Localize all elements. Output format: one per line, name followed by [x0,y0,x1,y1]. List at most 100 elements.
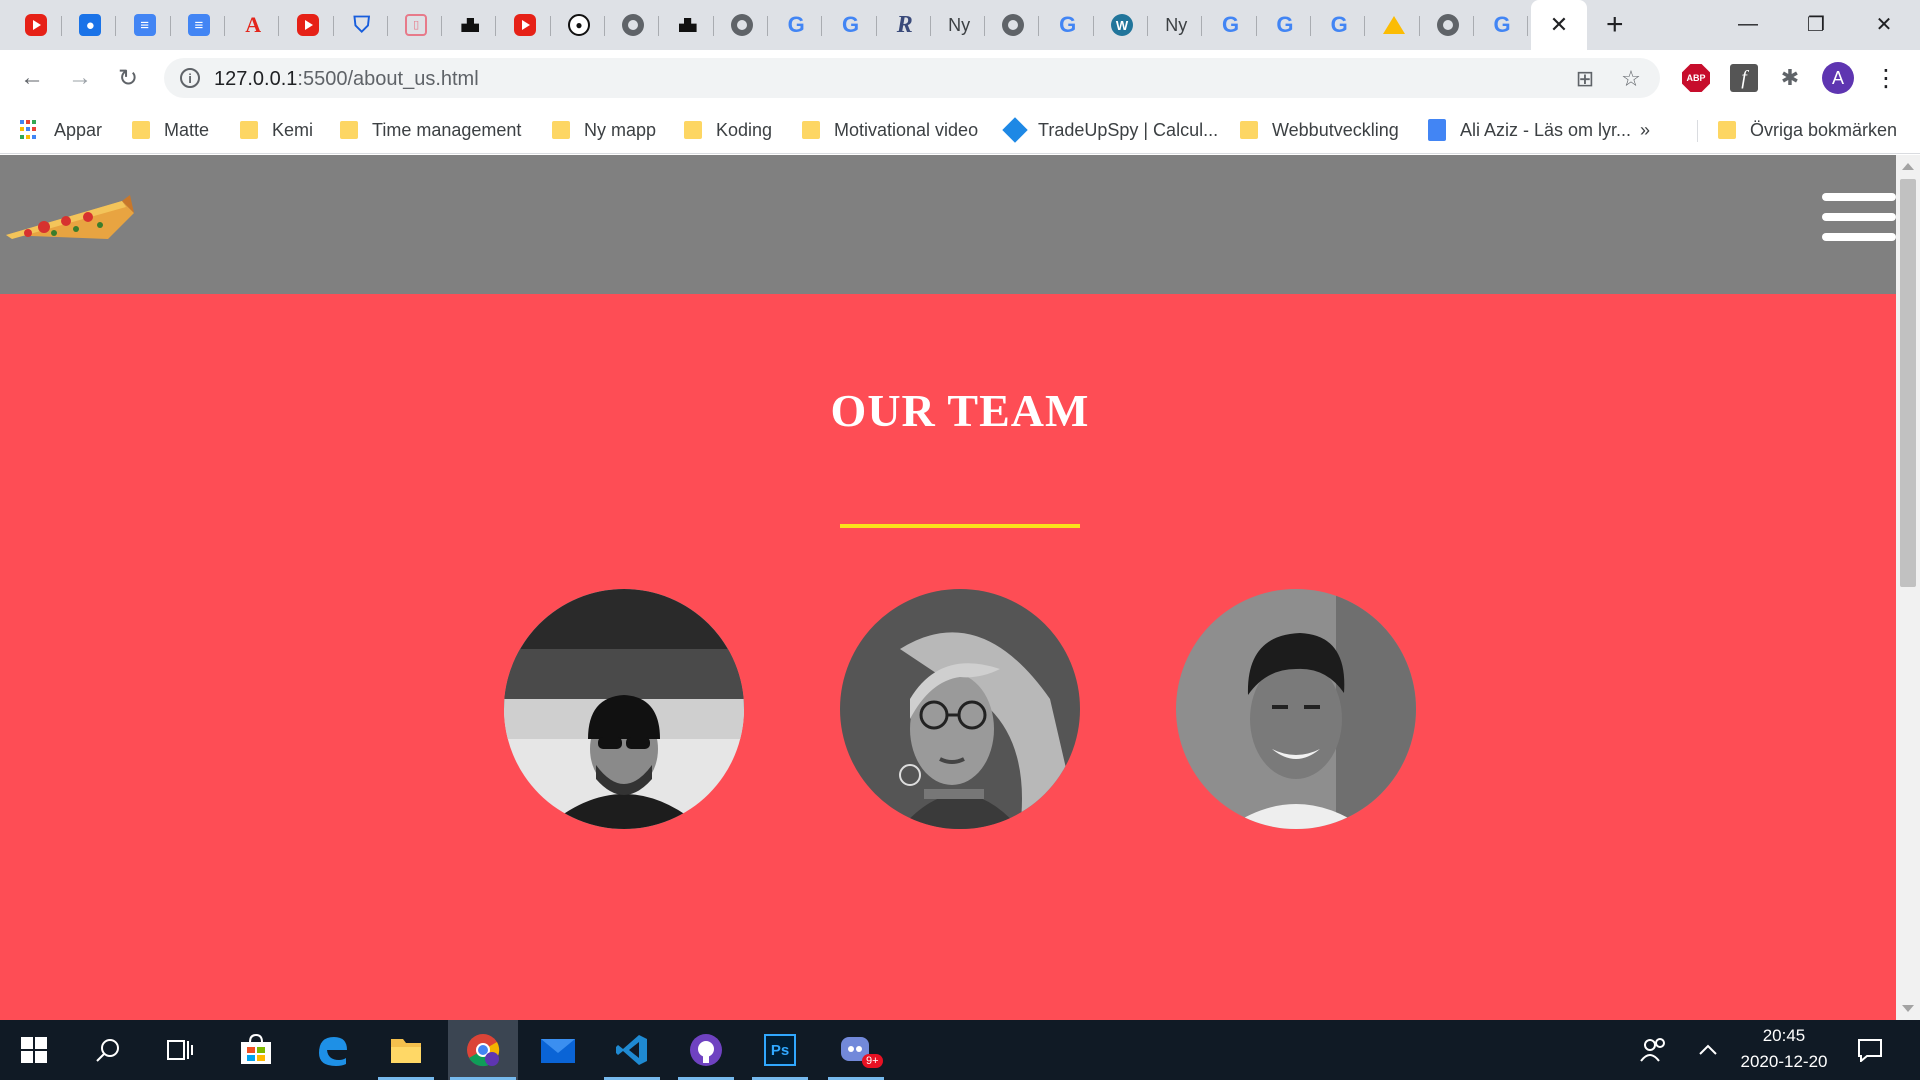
bookmark-item[interactable]: Matte [132,116,209,144]
tab[interactable] [662,6,714,44]
youtube-icon [25,14,47,36]
tab[interactable]: G [1205,6,1257,44]
tab[interactable] [716,6,768,44]
bookmark-star-icon[interactable]: ☆ [1618,66,1644,92]
adblock-plus-icon[interactable]: ABP [1682,64,1710,92]
tab[interactable] [444,6,497,44]
tab[interactable]: ● [553,6,605,44]
scroll-down-arrow-icon[interactable] [1902,1005,1914,1012]
tab[interactable]: G [1476,6,1529,44]
store-icon[interactable] [226,1020,286,1080]
ny-icon: Ny [1165,15,1188,35]
forward-button[interactable]: → [62,60,98,96]
tab[interactable]: ▯ [390,6,443,44]
folder-icon [1240,121,1258,139]
restore-button[interactable]: ❐ [1792,6,1840,42]
search-icon[interactable] [78,1020,138,1080]
page-viewport: OUR TEAM [0,155,1896,1020]
other-bookmarks-label: Övriga bokmärken [1750,119,1898,140]
windows-start-icon[interactable] [4,1020,64,1080]
tab[interactable]: G [1042,6,1094,44]
scroll-up-arrow-icon[interactable] [1902,163,1914,170]
tab[interactable]: G [770,6,823,44]
bookmark-item[interactable]: Appar [20,116,102,144]
close-tab-icon[interactable]: ✕ [1550,12,1568,38]
hamburger-menu-icon[interactable] [1822,193,1896,251]
bookmark-item[interactable]: Koding [684,116,772,144]
member-photo-beanie-man [504,589,744,829]
tab[interactable] [1368,6,1420,44]
bookmark-item[interactable]: Webbutveckling [1240,116,1399,144]
translate-icon[interactable]: ⊞ [1572,66,1598,92]
url-host: 127.0.0.1 [214,68,298,90]
bookmark-label: Ali Aziz - Läs om lyr... [1460,119,1632,140]
vscode-icon[interactable] [602,1020,662,1080]
tab[interactable]: G [1259,6,1311,44]
tab-active[interactable]: ✕ [1531,0,1587,50]
bookmark-item[interactable]: Ali Aziz - Läs om lyr... [1428,116,1631,144]
close-window-button[interactable]: ✕ [1860,6,1908,42]
browser-toolbar: ← → ↻ i 127.0.0.1:5500/about_us.html ⊞ ☆… [0,50,1920,106]
file-explorer-icon[interactable] [376,1020,436,1080]
minimize-button[interactable]: — [1724,6,1772,42]
tab[interactable] [282,6,334,44]
people-icon[interactable] [1624,1020,1684,1080]
google-drive-icon [1383,14,1405,36]
bookmark-item[interactable]: TradeUpSpy | Calcul... [1002,116,1218,144]
bookmark-item[interactable]: Motivational video [802,116,978,144]
tab[interactable] [607,6,660,44]
extensions-puzzle-icon[interactable]: ✱ [1772,60,1808,96]
action-center-icon[interactable] [1840,1020,1900,1080]
globe-icon [1002,14,1025,36]
tab[interactable]: Ny [1150,6,1203,44]
new-tab-button[interactable]: + [1606,8,1624,42]
tab[interactable] [499,6,551,44]
tab[interactable]: W [1096,6,1148,44]
clock-date[interactable]: 2020-12-20 [1724,1052,1844,1072]
back-button[interactable]: ← [14,60,50,96]
discord-icon[interactable]: 9+ [826,1020,886,1080]
tab[interactable]: ≡ [173,6,225,44]
pizza-logo[interactable] [4,183,136,241]
formula-extension-icon[interactable]: f [1730,64,1758,92]
bookmark-item[interactable]: Kemi [240,116,313,144]
url-text[interactable]: 127.0.0.1:5500/about_us.html [214,68,479,91]
folder-icon [684,121,702,139]
bookmarks-bar: Appar Matte Kemi Time management Ny mapp Kodi… [0,106,1920,154]
folder-icon [240,121,258,139]
tab[interactable] [987,6,1040,44]
address-bar[interactable]: i 127.0.0.1:5500/about_us.html ⊞ ☆ [164,58,1660,98]
member-photo-woman-glasses [840,589,1080,829]
tab[interactable]: A [227,6,280,44]
task-view-icon[interactable] [150,1020,210,1080]
scroll-thumb[interactable] [1900,179,1916,587]
other-bookmarks-folder[interactable]: Övriga bokmärken [1718,116,1897,144]
tab[interactable] [10,6,62,44]
mail-icon[interactable] [528,1020,588,1080]
tab[interactable]: Ny [933,6,986,44]
r-icon: R [896,12,913,38]
browser-menu-icon[interactable]: ⋮ [1868,60,1904,96]
tab[interactable] [1422,6,1474,44]
tab[interactable]: ⛉ [336,6,388,44]
clock-time[interactable]: 20:45 [1724,1026,1844,1046]
github-desktop-icon[interactable] [676,1020,736,1080]
bookmark-label: Koding [716,119,773,140]
bookmarks-overflow-button[interactable]: » [1640,116,1650,144]
bookmark-label: Time management [372,119,522,140]
profile-avatar[interactable]: A [1822,62,1854,94]
chrome-icon[interactable] [448,1020,518,1080]
tab[interactable]: ● [64,6,117,44]
tab[interactable]: ≡ [119,6,171,44]
reload-button[interactable]: ↻ [110,60,146,96]
bookmark-item[interactable]: Ny mapp [552,116,656,144]
bookmark-item[interactable]: Time management [340,116,521,144]
photoshop-icon[interactable]: Ps [750,1020,810,1080]
tab[interactable]: G [825,6,877,44]
page-scrollbar[interactable] [1896,155,1920,1020]
bookmark-label: Ny mapp [584,119,657,140]
edge-icon[interactable] [302,1020,362,1080]
site-info-icon[interactable]: i [180,68,200,88]
tab[interactable]: R [879,6,931,44]
tab[interactable]: G [1313,6,1366,44]
